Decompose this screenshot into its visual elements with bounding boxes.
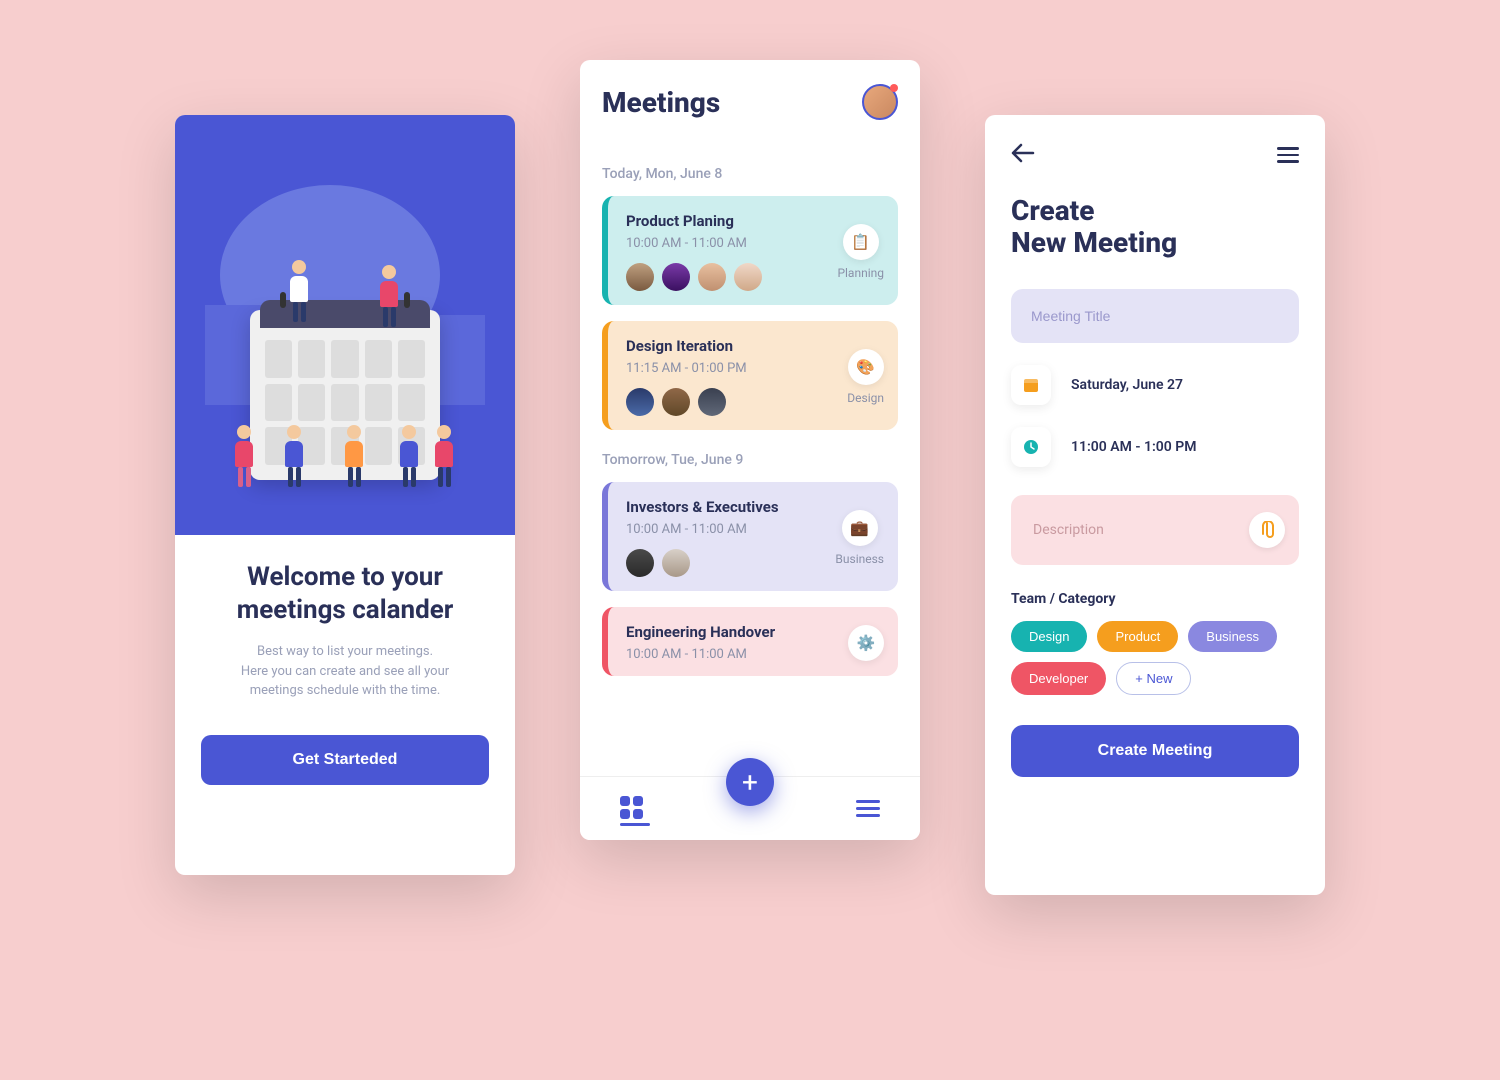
meeting-card-business[interactable]: Investors & Executives 10:00 AM - 11:00 … [602,482,898,591]
meeting-card-design[interactable]: Design Iteration 11:15 AM - 01:00 PM 🎨 D… [602,321,898,430]
pill-new[interactable]: + New [1116,662,1191,695]
meeting-card-title: Product Planing [626,212,837,230]
meeting-card-title: Investors & Executives [626,498,835,516]
create-meeting-screen: Create New Meeting Saturday, June 27 11:… [985,115,1325,895]
meeting-card-time: 10:00 AM - 11:00 AM [626,647,848,662]
today-date-label: Today, Mon, June 8 [580,166,920,182]
clock-icon [1011,427,1051,467]
category-label: Team / Category [1011,591,1299,607]
participant-avatar [626,263,654,291]
pill-product[interactable]: Product [1097,621,1178,652]
meeting-card-planning[interactable]: Product Planing 10:00 AM - 11:00 AM 📋 Pl… [602,196,898,305]
meeting-card-title: Design Iteration [626,337,847,355]
time-value: 11:00 AM - 1:00 PM [1071,439,1197,455]
back-arrow-icon[interactable] [1011,143,1035,167]
participant-avatar [662,549,690,577]
description-input[interactable]: Description [1011,495,1299,565]
attachment-icon[interactable] [1249,512,1285,548]
meeting-card-engineering[interactable]: Engineering Handover 10:00 AM - 11:00 AM… [602,607,898,676]
date-value: Saturday, June 27 [1071,377,1183,393]
participant-avatar [698,263,726,291]
create-meeting-title: Create New Meeting [1011,195,1299,259]
time-row[interactable]: 11:00 AM - 1:00 PM [1011,427,1299,467]
welcome-screen: Welcome to your meetings calander Best w… [175,115,515,875]
calendar-icon [1011,365,1051,405]
meeting-card-title: Engineering Handover [626,623,848,641]
hamburger-menu-icon[interactable] [1277,143,1299,167]
meeting-card-tag: Design [847,391,884,405]
meeting-card-tag: Business [835,552,884,566]
meeting-card-time: 10:00 AM - 11:00 AM [626,236,837,251]
tomorrow-date-label: Tomorrow, Tue, June 9 [580,452,920,468]
welcome-title: Welcome to your meetings calander [201,561,489,626]
meeting-card-time: 11:15 AM - 01:00 PM [626,361,847,376]
description-placeholder: Description [1033,522,1104,538]
participant-avatar [626,388,654,416]
pill-business[interactable]: Business [1188,621,1277,652]
nav-menu-icon[interactable] [856,796,880,821]
pill-developer[interactable]: Developer [1011,662,1106,695]
engineering-icon: ⚙️ [848,625,884,661]
meeting-card-time: 10:00 AM - 11:00 AM [626,522,835,537]
create-meeting-button[interactable]: Create Meeting [1011,725,1299,777]
welcome-illustration [175,115,515,535]
welcome-subtitle: Best way to list your meetings. Here you… [201,642,489,701]
pill-design[interactable]: Design [1011,621,1087,652]
planning-icon: 📋 [843,224,879,260]
business-icon: 💼 [842,510,878,546]
design-icon: 🎨 [848,349,884,385]
participant-avatar [662,388,690,416]
meeting-title-input[interactable] [1011,289,1299,343]
get-started-button[interactable]: Get Starteded [201,735,489,785]
meeting-card-tag: Planning [837,266,884,280]
participant-avatar [662,263,690,291]
participant-avatar [734,263,762,291]
profile-avatar[interactable] [862,84,898,120]
participant-avatar [626,549,654,577]
date-row[interactable]: Saturday, June 27 [1011,365,1299,405]
meetings-header-title: Meetings [602,86,720,119]
add-meeting-fab[interactable]: + [726,758,774,806]
nav-grid-icon[interactable] [620,791,650,826]
participant-avatar [698,388,726,416]
meetings-screen: Meetings Today, Mon, June 8 Product Plan… [580,60,920,840]
